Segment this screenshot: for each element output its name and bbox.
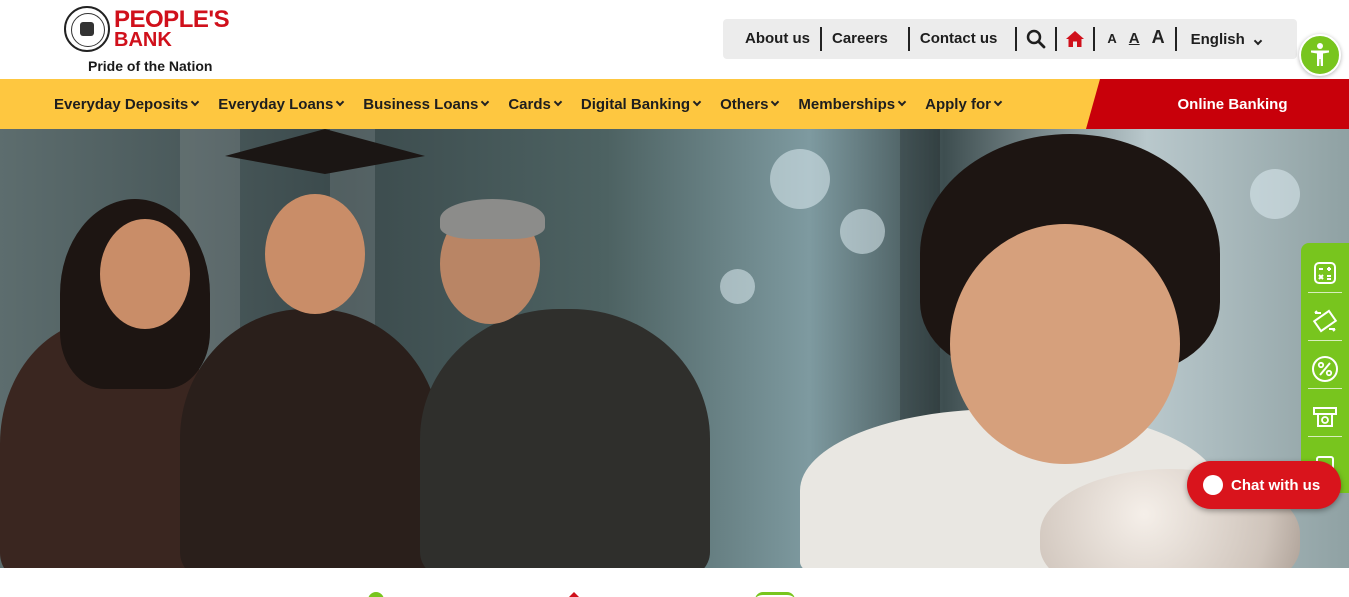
quick-tools-sidebar	[1301, 243, 1349, 493]
nav-cards[interactable]: Cards	[508, 95, 563, 113]
red-shape-decoration	[566, 592, 582, 597]
chevron-down-icon	[481, 97, 490, 107]
home-icon	[1066, 31, 1085, 47]
chat-bubble-icon	[1203, 475, 1223, 495]
hero-bokeh-decoration	[840, 209, 885, 254]
accessibility-icon	[1311, 43, 1329, 66]
chevron-down-icon	[553, 97, 563, 107]
nav-apply-for[interactable]: Apply for	[925, 95, 1003, 113]
nav-everyday-loans[interactable]: Everyday Loans	[218, 95, 345, 113]
hero-face-decoration	[950, 224, 1180, 464]
hero-person-father	[420, 309, 710, 568]
home-button[interactable]	[1057, 27, 1096, 51]
chevron-down-icon	[1253, 36, 1263, 45]
font-size-small[interactable]: A	[1107, 31, 1116, 46]
nav-others[interactable]: Others	[720, 95, 780, 113]
hero-bokeh-decoration	[770, 149, 830, 209]
nav-memberships[interactable]: Memberships	[798, 95, 907, 113]
top-utility-bar: About us Careers Contact us A A A Englis…	[723, 19, 1297, 59]
chat-with-us-button[interactable]: Chat with us	[1187, 461, 1341, 509]
peoples-bank-logo[interactable]: PEOPLE'S BANK Pride of the Nation	[62, 4, 232, 76]
nav-everyday-deposits[interactable]: Everyday Deposits	[54, 95, 200, 113]
careers-link[interactable]: Careers	[822, 27, 910, 51]
chevron-down-icon	[336, 97, 345, 107]
exchange-icon	[1312, 309, 1338, 332]
chevron-down-icon	[897, 97, 907, 107]
atm-icon	[1313, 406, 1337, 427]
font-size-large[interactable]: A	[1152, 27, 1165, 48]
chevron-down-icon	[771, 97, 780, 107]
green-shape-decoration	[368, 592, 384, 597]
hero-person-graduate	[180, 309, 440, 568]
nav-label: Digital Banking	[580, 95, 691, 113]
green-arc-decoration	[755, 592, 795, 597]
atm-locator-button[interactable]	[1308, 397, 1342, 437]
language-label: English	[1190, 30, 1245, 48]
page: PEOPLE'S BANK Pride of the Nation About …	[0, 0, 1349, 597]
font-size-medium[interactable]: A	[1129, 30, 1140, 47]
content-section-peek	[0, 568, 1349, 597]
bank-seal-icon	[64, 6, 110, 52]
online-banking-button[interactable]: Online Banking	[1086, 79, 1349, 129]
calculator-button[interactable]	[1308, 253, 1342, 293]
hero-cap-decoration	[225, 129, 425, 174]
nav-label: Apply for	[925, 95, 991, 113]
chat-label: Chat with us	[1231, 476, 1321, 494]
calculator-icon	[1314, 261, 1336, 284]
accessibility-button[interactable]	[1299, 34, 1341, 76]
nav-label: Others	[720, 95, 769, 113]
chevron-down-icon	[993, 97, 1003, 107]
hero-hair-decoration	[440, 199, 545, 239]
exchange-rates-button[interactable]	[1308, 301, 1342, 341]
brand-name-line2: BANK	[114, 29, 172, 51]
nav-label: Everyday Loans	[218, 95, 334, 113]
header: PEOPLE'S BANK Pride of the Nation About …	[0, 0, 1349, 79]
brand-tagline: Pride of the Nation	[88, 58, 213, 74]
hero-bokeh-decoration	[1250, 169, 1300, 219]
nav-digital-banking[interactable]: Digital Banking	[580, 95, 702, 113]
contact-us-link[interactable]: Contact us	[910, 27, 1018, 51]
search-button[interactable]	[1017, 27, 1058, 51]
language-selector[interactable]: English	[1177, 30, 1263, 48]
hero-bokeh-decoration	[720, 269, 755, 304]
hero-face-decoration	[100, 219, 190, 329]
nav-label: Cards	[508, 95, 551, 113]
nav-label: Everyday Deposits	[54, 95, 189, 113]
hero-banner-image	[0, 129, 1349, 568]
interest-rates-button[interactable]	[1308, 349, 1342, 389]
nav-label: Memberships	[798, 95, 896, 113]
font-size-controls: A A A	[1095, 27, 1177, 51]
search-icon	[1027, 29, 1046, 49]
hero-face-decoration	[265, 194, 365, 314]
chevron-down-icon	[692, 97, 702, 107]
nav-label: Business Loans	[363, 95, 479, 113]
about-us-link[interactable]: About us	[735, 27, 822, 51]
online-banking-label: Online Banking	[1177, 95, 1288, 113]
chevron-down-icon	[190, 97, 200, 107]
percent-icon	[1312, 355, 1338, 382]
nav-business-loans[interactable]: Business Loans	[363, 95, 490, 113]
